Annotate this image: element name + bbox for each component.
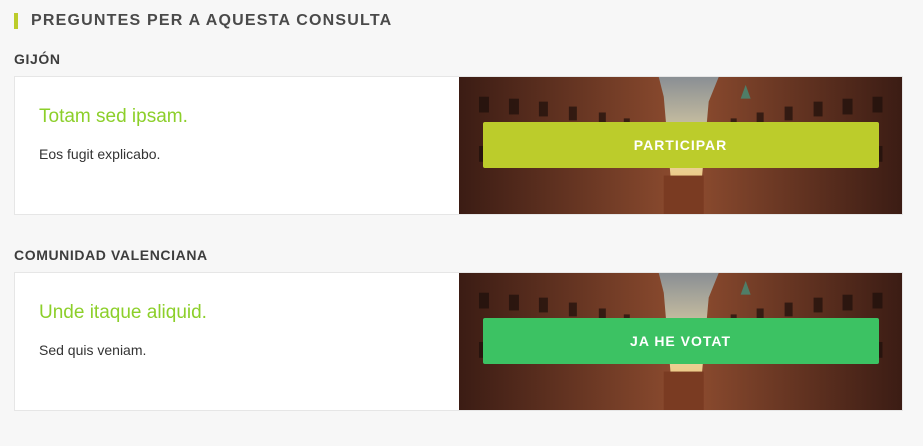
- question-card: Totam sed ipsam. Eos fugit explicabo. PA…: [14, 76, 903, 215]
- group-label-comunidad-valenciana: COMUNIDAD VALENCIANA: [14, 247, 208, 263]
- group-label-gijon: GIJÓN: [14, 51, 61, 67]
- section-title: PREGUNTES PER A AQUESTA CONSULTA: [31, 12, 393, 29]
- accent-bar: [14, 13, 18, 29]
- question-description: Eos fugit explicabo.: [39, 146, 161, 162]
- question-description: Sed quis veniam.: [39, 342, 147, 358]
- question-card-text: Totam sed ipsam. Eos fugit explicabo.: [15, 77, 459, 214]
- card-background-image: JA HE VOTAT: [458, 273, 902, 410]
- question-card-text: Unde itaque aliquid. Sed quis veniam.: [15, 273, 459, 410]
- participar-button[interactable]: PARTICIPAR: [482, 122, 879, 168]
- section-header: PREGUNTES PER A AQUESTA CONSULTA: [14, 10, 392, 32]
- question-title[interactable]: Unde itaque aliquid.: [39, 302, 435, 324]
- question-card: Unde itaque aliquid. Sed quis veniam. JA…: [14, 272, 903, 411]
- question-title[interactable]: Totam sed ipsam.: [39, 106, 435, 128]
- card-background-image: PARTICIPAR: [458, 77, 902, 214]
- ja-he-votat-button[interactable]: JA HE VOTAT: [482, 318, 879, 364]
